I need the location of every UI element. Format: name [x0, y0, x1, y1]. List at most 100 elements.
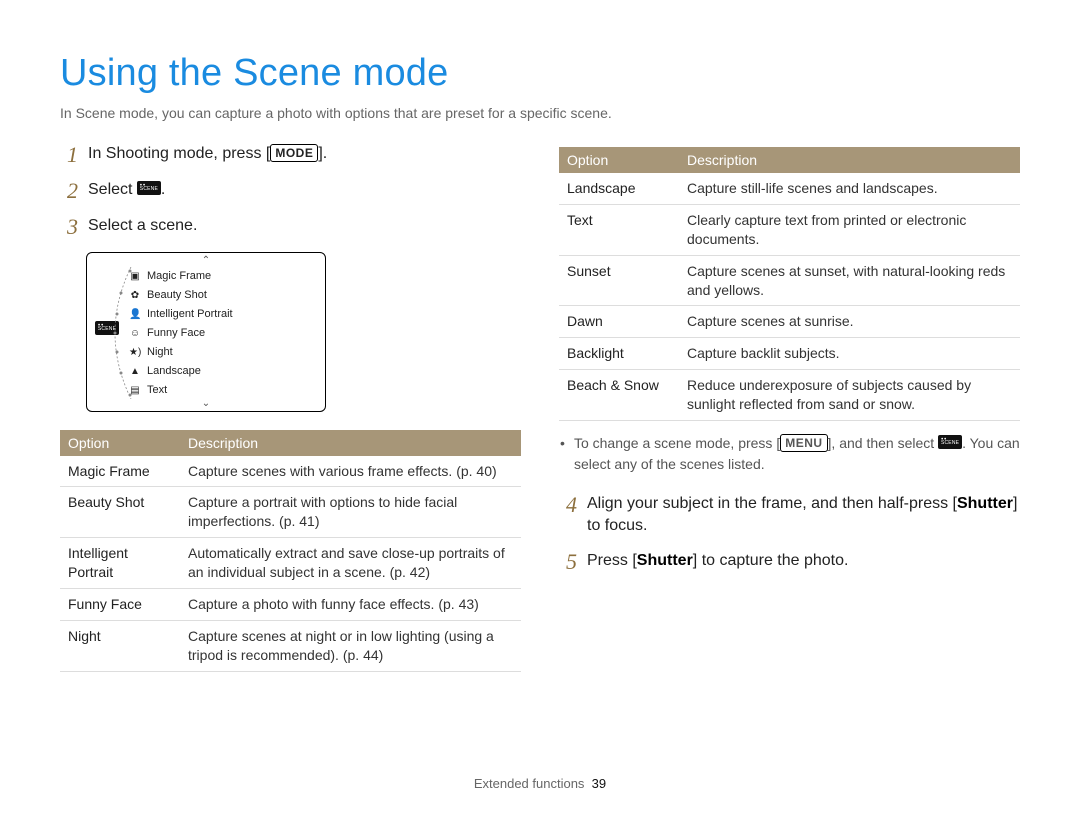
options-table-left: Option Description Magic FrameCapture sc… [60, 430, 521, 672]
page-intro: In Scene mode, you can capture a photo w… [60, 105, 1020, 121]
table-row: DawnCapture scenes at sunrise. [559, 306, 1020, 338]
shutter-label: Shutter [957, 495, 1013, 512]
cell-option: Funny Face [60, 589, 180, 621]
step-body: Select ••. [88, 179, 521, 201]
page-number: 39 [592, 776, 606, 791]
step-number: 5 [559, 550, 577, 574]
scene-note: • To change a scene mode, press [MENU], … [559, 433, 1020, 475]
step-text: Align your subject in the frame, and the… [587, 495, 957, 512]
cell-desc: Capture a portrait with options to hide … [180, 487, 521, 538]
cell-desc: Capture a photo with funny face effects.… [180, 589, 521, 621]
step-text: ] to capture the photo. [693, 552, 849, 569]
col-option: Option [559, 147, 679, 173]
table-header-row: Option Description [559, 147, 1020, 173]
intelligent-portrait-icon: 👤 [129, 309, 141, 320]
steps-list-left: 1 In Shooting mode, press [MODE]. 2 Sele… [60, 143, 521, 240]
note-body: To change a scene mode, press [MENU], an… [574, 433, 1020, 475]
scene-menu-item: ▲ Landscape [129, 362, 317, 381]
cell-desc: Capture scenes with various frame effect… [180, 456, 521, 487]
night-icon: ★) [129, 347, 141, 358]
table-row: TextClearly capture text from printed or… [559, 204, 1020, 255]
funny-face-icon: ☺ [129, 328, 141, 339]
cell-option: Sunset [559, 255, 679, 306]
cell-desc: Capture scenes at night or in low lighti… [180, 620, 521, 671]
cell-desc: Capture scenes at sunset, with natural-l… [679, 255, 1020, 306]
cell-desc: Capture still-life scenes and landscapes… [679, 173, 1020, 204]
left-column: 1 In Shooting mode, press [MODE]. 2 Sele… [60, 143, 521, 672]
table-row: BacklightCapture backlit subjects. [559, 338, 1020, 370]
page-title: Using the Scene mode [60, 52, 1020, 95]
table-header-row: Option Description [60, 430, 521, 456]
step-text: Press [ [587, 552, 637, 569]
step-number: 1 [60, 143, 78, 167]
table-row: Funny FaceCapture a photo with funny fac… [60, 589, 521, 621]
step-text: ]. [318, 145, 327, 162]
col-description: Description [180, 430, 521, 456]
options-table-right: Option Description LandscapeCapture stil… [559, 147, 1020, 421]
step-2: 2 Select ••. [60, 179, 521, 203]
cell-desc: Automatically extract and save close-up … [180, 538, 521, 589]
right-column: Option Description LandscapeCapture stil… [559, 143, 1020, 672]
table-row: Beach & SnowReduce underexposure of subj… [559, 370, 1020, 421]
cell-desc: Capture scenes at sunrise. [679, 306, 1020, 338]
cell-option: Magic Frame [60, 456, 180, 487]
step-body: In Shooting mode, press [MODE]. [88, 143, 521, 165]
steps-list-right: 4 Align your subject in the frame, and t… [559, 493, 1020, 574]
beauty-shot-icon: ✿ [129, 290, 141, 301]
step-number: 3 [60, 215, 78, 239]
menu-item-label: Beauty Shot [147, 289, 207, 301]
table-row: Intelligent PortraitAutomatically extrac… [60, 538, 521, 589]
table-row: LandscapeCapture still-life scenes and l… [559, 173, 1020, 204]
table-row: SunsetCapture scenes at sunset, with nat… [559, 255, 1020, 306]
scene-menu-item: ▤ Text [129, 381, 317, 400]
scene-mode-icon: •• [938, 435, 962, 449]
menu-item-label: Landscape [147, 365, 201, 377]
table-row: NightCapture scenes at night or in low l… [60, 620, 521, 671]
step-body: Align your subject in the frame, and the… [587, 493, 1020, 538]
scene-menu-figure: ⌃ ⌄ •• ▣Magic Frame ✿Beauty Shot 👤Inte [86, 252, 326, 412]
cell-option: Beauty Shot [60, 487, 180, 538]
col-option: Option [60, 430, 180, 456]
step-1: 1 In Shooting mode, press [MODE]. [60, 143, 521, 167]
note-text: To change a scene mode, press [ [574, 435, 780, 451]
cell-desc: Reduce underexposure of subjects caused … [679, 370, 1020, 421]
menu-item-label: Night [147, 346, 173, 358]
step-number: 2 [60, 179, 78, 203]
cell-desc: Clearly capture text from printed or ele… [679, 204, 1020, 255]
footer-section: Extended functions [474, 776, 585, 791]
menu-item-label: Magic Frame [147, 270, 211, 282]
step-text: . [161, 181, 165, 198]
mode-button-badge: MODE [270, 144, 318, 162]
scene-menu-item: ✿ Beauty Shot [129, 286, 317, 305]
col-description: Description [679, 147, 1020, 173]
cell-option: Text [559, 204, 679, 255]
cell-option: Beach & Snow [559, 370, 679, 421]
step-text: In Shooting mode, press [ [88, 145, 270, 162]
menu-button-badge: MENU [780, 434, 827, 452]
menu-item-label: Funny Face [147, 327, 205, 339]
scene-mode-icon: •• [137, 181, 161, 195]
page-footer: Extended functions 39 [0, 776, 1080, 791]
step-body: Select a scene. [88, 215, 521, 237]
landscape-icon: ▲ [129, 366, 141, 377]
step-5: 5 Press [Shutter] to capture the photo. [559, 550, 1020, 574]
cell-option: Night [60, 620, 180, 671]
cell-option: Backlight [559, 338, 679, 370]
cell-option: Intelligent Portrait [60, 538, 180, 589]
cell-option: Landscape [559, 173, 679, 204]
step-number: 4 [559, 493, 577, 517]
chevron-up-icon: ⌃ [202, 255, 210, 266]
shutter-label: Shutter [637, 552, 693, 569]
step-3: 3 Select a scene. [60, 215, 521, 239]
cell-desc: Capture backlit subjects. [679, 338, 1020, 370]
manual-page: Using the Scene mode In Scene mode, you … [0, 0, 1080, 815]
table-row: Beauty ShotCapture a portrait with optio… [60, 487, 521, 538]
menu-item-label: Text [147, 384, 167, 396]
bullet-icon: • [559, 433, 566, 475]
scene-menu-list: ▣Magic Frame ✿Beauty Shot 👤Intelligent P… [129, 267, 317, 400]
note-text: ], and then select [828, 435, 939, 451]
text-icon: ▤ [129, 385, 141, 396]
step-text: Select [88, 181, 137, 198]
two-column-layout: 1 In Shooting mode, press [MODE]. 2 Sele… [60, 143, 1020, 672]
scene-menu-item-selected: ▣Magic Frame [129, 267, 317, 286]
